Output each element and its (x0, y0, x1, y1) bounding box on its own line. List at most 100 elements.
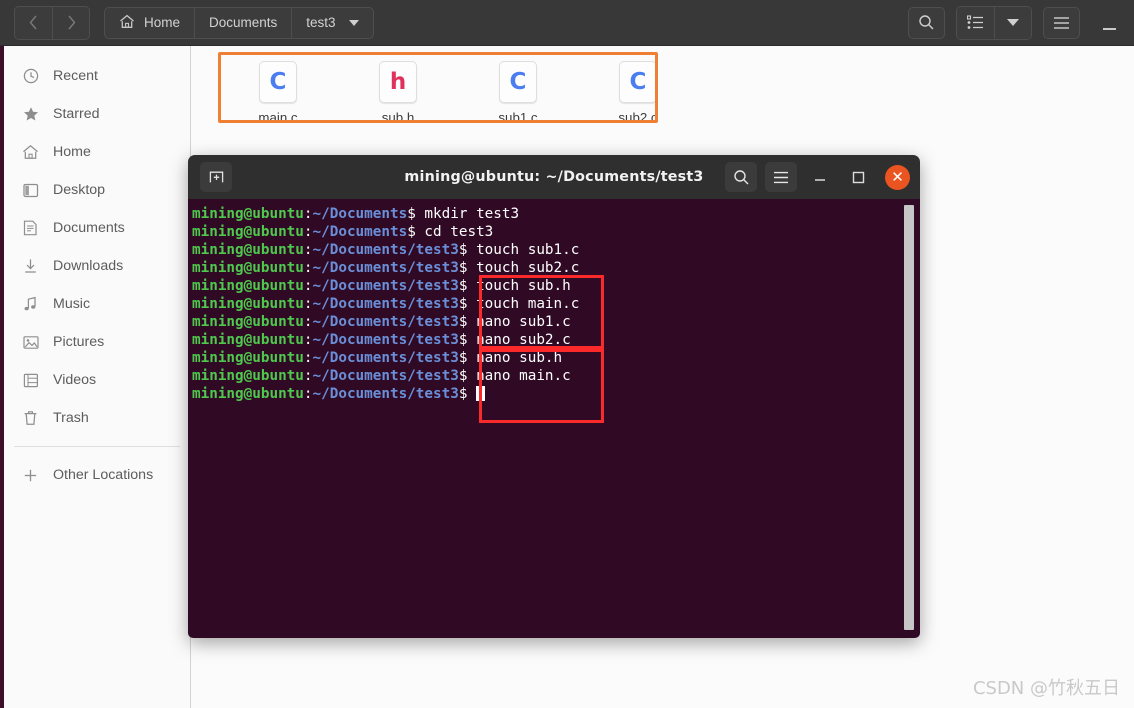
sidebar-item-trash[interactable]: Trash (4, 399, 190, 437)
new-tab-button[interactable] (200, 162, 232, 192)
navigation-button-group (14, 5, 90, 40)
sidebar-item-pictures[interactable]: Pictures (4, 323, 190, 361)
terminal-command: nano sub1.c (476, 314, 571, 330)
terminal-search-button[interactable] (725, 162, 757, 192)
file-item-sub-h[interactable]: h sub.h (338, 54, 458, 125)
file-item-sub2-c[interactable]: C sub2.c (578, 54, 698, 125)
breadcrumb-item-home[interactable]: Home (105, 8, 194, 38)
terminal-command: mkdir test3 (424, 206, 520, 222)
prompt-user: mining@ubuntu (192, 260, 304, 276)
terminal-line: mining@ubuntu:~/Documents/test3$ nano su… (190, 349, 920, 367)
sidebar-label-home: Home (53, 144, 91, 160)
terminal-scrollbar-track[interactable] (904, 201, 917, 633)
breadcrumb-label-documents: Documents (209, 15, 278, 30)
sidebar-label-documents: Documents (53, 220, 125, 236)
c-file-icon: C (619, 61, 657, 103)
search-icon (733, 169, 748, 184)
main-menu-button[interactable] (1043, 6, 1080, 39)
prompt-dollar: $ (458, 314, 477, 330)
view-dropdown-button[interactable] (994, 6, 1031, 39)
prompt-dollar: $ (407, 206, 425, 222)
breadcrumb-item-test3[interactable]: test3 (291, 7, 372, 38)
trash-icon (22, 410, 39, 427)
terminal-line: mining@ubuntu:~/Documents/test3$ touch m… (190, 295, 920, 313)
file-manager-header: Home Documents test3 (0, 0, 1134, 46)
star-icon (22, 106, 39, 123)
prompt-path: ~/Documents (312, 206, 408, 222)
terminal-close-button[interactable]: ✕ (885, 164, 910, 190)
sidebar-item-music[interactable]: Music (4, 285, 190, 323)
terminal-minimize-button[interactable] (805, 162, 835, 192)
file-item-sub1-c[interactable]: C sub1.c (458, 54, 578, 125)
prompt-user: mining@ubuntu (192, 368, 304, 384)
search-icon (919, 15, 934, 30)
terminal-line-active: mining@ubuntu:~/Documents/test3$ (190, 385, 920, 403)
terminal-titlebar[interactable]: mining@ubuntu: ~/Documents/test3 ✕ (188, 155, 920, 199)
h-file-icon: h (379, 61, 417, 103)
prompt-user: mining@ubuntu (192, 296, 304, 312)
chevron-down-icon (348, 19, 359, 26)
prompt-colon: : (303, 296, 313, 312)
file-item-main-c[interactable]: C main.c (218, 54, 338, 125)
prompt-path: ~/Documents/test3 (312, 368, 459, 384)
file-icon-row: C main.c h sub.h C sub1.c C sub2.c (218, 54, 698, 125)
prompt-user: mining@ubuntu (192, 386, 304, 402)
terminal-maximize-button[interactable] (843, 162, 873, 192)
sidebar-label-desktop: Desktop (53, 182, 106, 198)
sidebar-item-desktop[interactable]: Desktop (4, 171, 190, 209)
sidebar-label-music: Music (53, 296, 91, 312)
prompt-colon: : (303, 206, 313, 222)
breadcrumb: Home Documents test3 (104, 6, 374, 39)
prompt-dollar: $ (458, 332, 477, 348)
view-options-group (956, 5, 1032, 40)
terminal-window: mining@ubuntu: ~/Documents/test3 ✕ minin… (188, 155, 920, 638)
prompt-path: ~/Documents/test3 (312, 350, 459, 366)
minimize-icon (815, 179, 825, 181)
terminal-scrollbar-thumb[interactable] (904, 205, 914, 630)
terminal-line: mining@ubuntu:~/Documents$ cd test3 (190, 223, 920, 241)
prompt-path: ~/Documents/test3 (312, 314, 459, 330)
window-minimize-button[interactable] (1094, 7, 1124, 39)
back-button[interactable] (15, 6, 52, 39)
maximize-icon (852, 171, 864, 183)
sidebar-label-downloads: Downloads (53, 258, 124, 274)
sidebar-item-recent[interactable]: Recent (4, 57, 190, 95)
header-right-group (897, 5, 1124, 40)
sidebar-item-starred[interactable]: Starred (4, 95, 190, 133)
hamburger-menu-icon (774, 171, 788, 183)
sidebar-label-starred: Starred (53, 106, 100, 122)
sidebar-item-other-locations[interactable]: Other Locations (4, 456, 190, 494)
sidebar-item-home[interactable]: Home (4, 133, 190, 171)
terminal-body[interactable]: mining@ubuntu:~/Documents$ mkdir test3 m… (188, 199, 920, 638)
terminal-command: nano sub.h (476, 350, 563, 366)
file-label: sub1.c (498, 110, 538, 125)
picture-icon (22, 334, 39, 351)
forward-button[interactable] (52, 6, 89, 39)
terminal-line: mining@ubuntu:~/Documents/test3$ touch s… (190, 259, 920, 277)
download-icon (22, 258, 39, 275)
prompt-dollar: $ (407, 224, 425, 240)
new-tab-icon (209, 171, 223, 183)
prompt-user: mining@ubuntu (192, 350, 304, 366)
chevron-left-icon (29, 15, 37, 30)
prompt-colon: : (303, 368, 313, 384)
sidebar-label-videos: Videos (53, 372, 97, 388)
sidebar-label-other-locations: Other Locations (53, 467, 154, 483)
list-view-button[interactable] (957, 6, 994, 39)
search-button[interactable] (908, 6, 945, 39)
prompt-path: ~/Documents/test3 (312, 296, 459, 312)
terminal-line: mining@ubuntu:~/Documents/test3$ touch s… (190, 277, 920, 295)
terminal-controls: ✕ (717, 162, 910, 192)
terminal-line: mining@ubuntu:~/Documents$ mkdir test3 (190, 205, 920, 223)
sidebar-item-downloads[interactable]: Downloads (4, 247, 190, 285)
sidebar-item-documents[interactable]: Documents (4, 209, 190, 247)
prompt-colon: : (303, 332, 313, 348)
terminal-command: touch sub.h (476, 278, 571, 294)
breadcrumb-item-documents[interactable]: Documents (194, 7, 291, 38)
prompt-colon: : (303, 260, 313, 276)
terminal-menu-button[interactable] (765, 162, 797, 192)
sidebar-item-videos[interactable]: Videos (4, 361, 190, 399)
home-icon (119, 14, 135, 32)
prompt-dollar: $ (458, 242, 477, 258)
prompt-colon: : (303, 386, 313, 402)
